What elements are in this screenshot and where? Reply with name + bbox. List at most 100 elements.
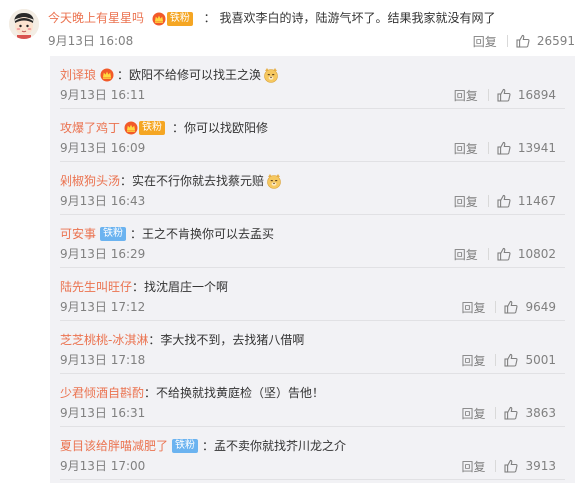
divider: [487, 89, 489, 101]
reply-text: 王之不肯换你可以去孟买: [142, 227, 275, 241]
replies-panel: 刘译琅：欧阳不给修可以找王之涣 9月13日 16:11 回复 16894 攻爆了鸡丁 铁粉…: [50, 56, 575, 483]
divider: [487, 248, 489, 260]
tiefen-badge: 铁粉: [100, 227, 127, 241]
like-button[interactable]: 16894: [497, 88, 556, 102]
reply-line: 刘译琅：欧阳不给修可以找王之涣: [60, 67, 279, 83]
reply-username[interactable]: 少君倾酒自斟酌: [60, 385, 144, 401]
dog-face-emoji: [267, 174, 281, 189]
reply-time: 9月13日 16:11: [60, 88, 146, 102]
reply-button[interactable]: 回复: [461, 405, 485, 422]
vip-badge: 铁粉: [152, 11, 197, 26]
reply-item: 攻爆了鸡丁 铁粉：你可以找欧阳修 9月13日 16:09 回复 13941: [50, 109, 575, 162]
reply-line: 可安事 铁粉：王之不肯换你可以去孟买: [60, 226, 275, 242]
reply-button[interactable]: 回复: [454, 87, 478, 104]
reply-button[interactable]: 回复: [454, 140, 478, 157]
reply-actions: 回复 10802: [454, 245, 556, 263]
reply-button[interactable]: 回复: [454, 246, 478, 263]
reply-time: 9月13日 17:00: [60, 459, 146, 473]
tiefen-badge: 铁粉: [172, 439, 199, 453]
main-comment-username[interactable]: 今天晚上有星星吗: [48, 11, 144, 25]
reply-text: 孟不卖你就找芥川龙之介: [214, 439, 347, 453]
reply-actions: 回复 9649: [461, 298, 556, 316]
like-button[interactable]: 3913: [504, 459, 556, 473]
reply-actions: 回复 3863: [461, 404, 556, 422]
main-comment-actions: 回复 26591: [473, 32, 575, 50]
reply-username[interactable]: 芝芝桃桃-冰淇淋: [60, 332, 148, 348]
reply-line: 剁椒狗头汤：实在不行你就去找蔡元赔: [60, 173, 282, 189]
reply-button[interactable]: 回复: [473, 33, 497, 50]
reply-actions: 回复 16894: [454, 86, 556, 104]
reply-time: 9月13日 16:29: [60, 247, 146, 261]
like-button[interactable]: 3863: [504, 406, 556, 420]
like-count: 3913: [525, 459, 556, 473]
thumbs-up-icon: [504, 300, 518, 314]
thumbs-up-icon: [497, 88, 511, 102]
vip-crown-icon: [124, 121, 138, 135]
reply-line: 攻爆了鸡丁 铁粉：你可以找欧阳修: [60, 120, 269, 136]
reply-button[interactable]: 回复: [461, 299, 485, 316]
reply-button[interactable]: 回复: [461, 458, 485, 475]
divider: [495, 301, 497, 313]
reply-button[interactable]: 回复: [454, 193, 478, 210]
like-count: 3863: [525, 406, 556, 420]
reply-username[interactable]: 剁椒狗头汤: [60, 173, 120, 189]
like-button[interactable]: 9649: [504, 300, 556, 314]
reply-time: 9月13日 17:18: [60, 353, 146, 367]
divider: [60, 479, 565, 480]
main-comment-line: 今天晚上有星星吗 铁粉 ： 我喜欢李白的诗，陆游气坏了。结果我家就没有网了: [48, 11, 496, 26]
divider: [487, 142, 489, 154]
like-button[interactable]: 10802: [497, 247, 556, 261]
reply-text: 欧阳不给修可以找王之涣: [129, 68, 262, 82]
reply-text: 你可以找欧阳修: [184, 121, 269, 135]
vip-badge: [100, 68, 114, 82]
main-comment-time: 9月13日 16:08: [48, 34, 134, 48]
reply-button[interactable]: 回复: [461, 352, 485, 369]
reply-item: 刘译琅：欧阳不给修可以找王之涣 9月13日 16:11 回复 16894: [50, 56, 575, 109]
reply-username[interactable]: 攻爆了鸡丁: [60, 120, 120, 136]
dog-face-emoji: [264, 68, 278, 83]
reply-username[interactable]: 可安事: [60, 226, 96, 242]
divider: [495, 460, 497, 472]
like-button[interactable]: 11467: [497, 194, 556, 208]
reply-item: 芝芝桃桃-冰淇淋：李大找不到，去找猪八借啊 9月13日 17:18 回复 5001: [50, 321, 575, 374]
main-comment: 今天晚上有星星吗 铁粉 ： 我喜欢李白的诗，陆游气坏了。结果我家就没有网了 9月…: [0, 0, 585, 56]
reply-actions: 回复 13941: [454, 139, 556, 157]
divider: [487, 195, 489, 207]
tiefen-badge: 铁粉: [139, 121, 166, 135]
reply-line: 少君倾酒自斟酌：不给换就找黄庭检（坚）告他！: [60, 385, 325, 401]
thumbs-up-icon: [497, 194, 511, 208]
like-count: 10802: [517, 247, 556, 261]
reply-line: 芝芝桃桃-冰淇淋：李大找不到，去找猪八借啊: [60, 332, 305, 348]
reply-time: 9月13日 16:31: [60, 406, 146, 420]
like-button[interactable]: 13941: [497, 141, 556, 155]
reply-time: 9月13日 16:09: [60, 141, 146, 155]
vip-crown-icon: [152, 12, 166, 25]
reply-item: 可安事 铁粉：王之不肯换你可以去孟买 9月13日 16:29 回复 10802: [50, 215, 575, 268]
like-button[interactable]: 5001: [504, 353, 556, 367]
reply-username[interactable]: 陆先生叫旺仔: [60, 279, 132, 295]
divider: [506, 35, 508, 47]
reply-username[interactable]: 夏目该给胖喵减肥了: [60, 438, 168, 454]
avatar[interactable]: [9, 9, 39, 39]
main-comment-text: 我喜欢李白的诗，陆游气坏了。结果我家就没有网了: [219, 11, 496, 25]
thumbs-up-icon: [497, 247, 511, 261]
reply-line: 夏目该给胖喵减肥了 铁粉：孟不卖你就找芥川龙之介: [60, 438, 347, 454]
vip-badge: 铁粉: [124, 121, 169, 135]
vip-crown-icon: [100, 68, 114, 82]
tiefen-badge: 铁粉: [166, 11, 193, 26]
reply-actions: 回复 11467: [454, 192, 556, 210]
like-count: 26591: [536, 34, 575, 48]
thumbs-up-icon: [516, 34, 530, 48]
reply-line: 陆先生叫旺仔：找沈眉庄一个啊: [60, 279, 229, 295]
reply-item: 夏目该给胖喵减肥了 铁粉：孟不卖你就找芥川龙之介 9月13日 17:00 回复 3913: [50, 427, 575, 480]
reply-time: 9月13日 16:43: [60, 194, 146, 208]
reply-text: 找沈眉庄一个啊: [144, 280, 229, 294]
like-button[interactable]: 26591: [516, 34, 575, 48]
reply-text: 不给换就找黄庭检（坚）告他！: [156, 386, 325, 400]
divider: [495, 354, 497, 366]
reply-username[interactable]: 刘译琅: [60, 67, 96, 83]
reply-item: 陆先生叫旺仔：找沈眉庄一个啊 9月13日 17:12 回复 9649: [50, 268, 575, 321]
thumbs-up-icon: [504, 459, 518, 473]
like-count: 11467: [517, 194, 556, 208]
like-count: 9649: [525, 300, 556, 314]
